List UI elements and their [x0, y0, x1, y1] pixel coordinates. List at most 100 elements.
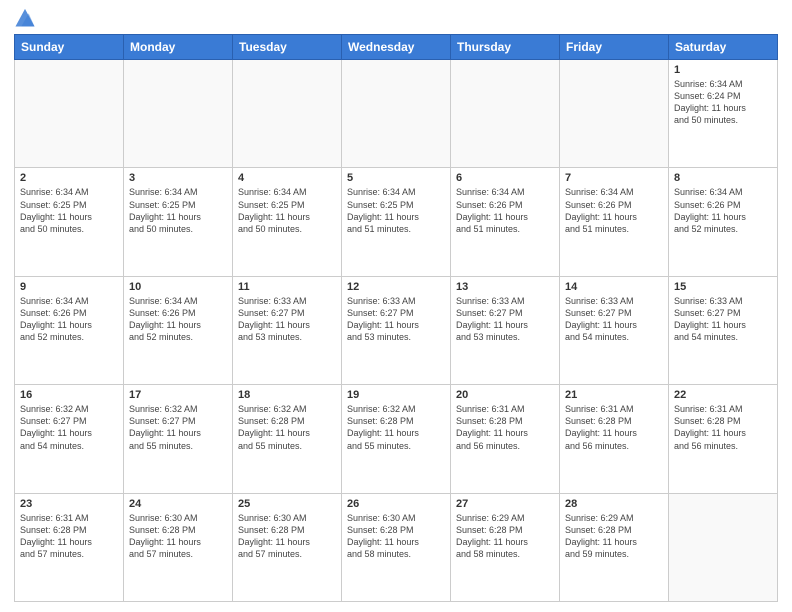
day-cell: 15Sunrise: 6:33 AM Sunset: 6:27 PM Dayli…	[669, 276, 778, 384]
day-cell: 9 Sunrise: 6:34 AM Sunset: 6:26 PM Daylig…	[15, 276, 124, 384]
weekday-friday: Friday	[560, 35, 669, 60]
day-number: 4	[238, 172, 336, 184]
day-cell	[15, 60, 124, 168]
logo	[14, 10, 38, 28]
day-number: 28	[565, 498, 663, 510]
day-number: 6	[456, 172, 554, 184]
day-cell: 22 Sunrise: 6:31 AM Sunset: 6:28 PM Dayli…	[669, 385, 778, 493]
week-row-3: 16 Sunrise: 6:32 AM Sunset: 6:27 PM Dayli…	[15, 385, 778, 493]
day-number: 12	[347, 281, 445, 293]
day-number: 7	[565, 172, 663, 184]
day-cell: 1Sunrise: 6:34 AM Sunset: 6:24 PM Daylig…	[669, 60, 778, 168]
weekday-header-row: SundayMondayTuesdayWednesdayThursdayFrid…	[15, 35, 778, 60]
weekday-thursday: Thursday	[451, 35, 560, 60]
day-cell: 13Sunrise: 6:33 AM Sunset: 6:27 PM Dayli…	[451, 276, 560, 384]
header	[14, 10, 778, 28]
day-info: Sunrise: 6:31 AM Sunset: 6:28 PM Dayligh…	[565, 403, 663, 452]
weekday-sunday: Sunday	[15, 35, 124, 60]
day-info: Sunrise: 6:34 AM Sunset: 6:25 PM Dayligh…	[238, 186, 336, 235]
day-cell: 6 Sunrise: 6:34 AM Sunset: 6:26 PM Daylig…	[451, 168, 560, 276]
day-cell	[233, 60, 342, 168]
week-row-2: 9 Sunrise: 6:34 AM Sunset: 6:26 PM Daylig…	[15, 276, 778, 384]
weekday-tuesday: Tuesday	[233, 35, 342, 60]
day-cell	[451, 60, 560, 168]
day-number: 18	[238, 389, 336, 401]
day-info: Sunrise: 6:30 AM Sunset: 6:28 PM Dayligh…	[238, 512, 336, 561]
day-info: Sunrise: 6:34 AM Sunset: 6:25 PM Dayligh…	[129, 186, 227, 235]
day-cell: 26Sunrise: 6:30 AM Sunset: 6:28 PM Dayli…	[342, 493, 451, 601]
day-number: 11	[238, 281, 336, 293]
day-cell: 2 Sunrise: 6:34 AM Sunset: 6:25 PM Daylig…	[15, 168, 124, 276]
day-number: 25	[238, 498, 336, 510]
day-cell	[560, 60, 669, 168]
day-cell: 11 Sunrise: 6:33 AM Sunset: 6:27 PM Dayli…	[233, 276, 342, 384]
day-number: 23	[20, 498, 118, 510]
day-info: Sunrise: 6:31 AM Sunset: 6:28 PM Dayligh…	[20, 512, 118, 561]
day-cell: 14 Sunrise: 6:33 AM Sunset: 6:27 PM Dayli…	[560, 276, 669, 384]
weekday-monday: Monday	[124, 35, 233, 60]
day-info: Sunrise: 6:32 AM Sunset: 6:27 PM Dayligh…	[129, 403, 227, 452]
day-cell: 7 Sunrise: 6:34 AM Sunset: 6:26 PM Daylig…	[560, 168, 669, 276]
day-number: 3	[129, 172, 227, 184]
day-number: 8	[674, 172, 772, 184]
day-info: Sunrise: 6:32 AM Sunset: 6:28 PM Dayligh…	[347, 403, 445, 452]
day-info: Sunrise: 6:30 AM Sunset: 6:28 PM Dayligh…	[347, 512, 445, 561]
day-number: 2	[20, 172, 118, 184]
weekday-wednesday: Wednesday	[342, 35, 451, 60]
day-info: Sunrise: 6:32 AM Sunset: 6:27 PM Dayligh…	[20, 403, 118, 452]
day-number: 16	[20, 389, 118, 401]
day-number: 15	[674, 281, 772, 293]
day-info: Sunrise: 6:34 AM Sunset: 6:26 PM Dayligh…	[674, 186, 772, 235]
day-cell: 3 Sunrise: 6:34 AM Sunset: 6:25 PM Daylig…	[124, 168, 233, 276]
day-number: 22	[674, 389, 772, 401]
week-row-4: 23 Sunrise: 6:31 AM Sunset: 6:28 PM Dayli…	[15, 493, 778, 601]
day-cell	[669, 493, 778, 601]
day-number: 9	[20, 281, 118, 293]
day-info: Sunrise: 6:33 AM Sunset: 6:27 PM Dayligh…	[347, 295, 445, 344]
day-cell: 28 Sunrise: 6:29 AM Sunset: 6:28 PM Dayli…	[560, 493, 669, 601]
weekday-saturday: Saturday	[669, 35, 778, 60]
day-number: 13	[456, 281, 554, 293]
day-info: Sunrise: 6:33 AM Sunset: 6:27 PM Dayligh…	[565, 295, 663, 344]
day-cell	[342, 60, 451, 168]
day-info: Sunrise: 6:34 AM Sunset: 6:26 PM Dayligh…	[565, 186, 663, 235]
logo-icon	[14, 6, 36, 28]
day-cell: 18 Sunrise: 6:32 AM Sunset: 6:28 PM Dayli…	[233, 385, 342, 493]
day-number: 19	[347, 389, 445, 401]
day-cell	[124, 60, 233, 168]
day-info: Sunrise: 6:31 AM Sunset: 6:28 PM Dayligh…	[456, 403, 554, 452]
day-info: Sunrise: 6:31 AM Sunset: 6:28 PM Dayligh…	[674, 403, 772, 452]
day-cell: 24 Sunrise: 6:30 AM Sunset: 6:28 PM Dayli…	[124, 493, 233, 601]
day-info: Sunrise: 6:29 AM Sunset: 6:28 PM Dayligh…	[565, 512, 663, 561]
day-number: 24	[129, 498, 227, 510]
day-info: Sunrise: 6:33 AM Sunset: 6:27 PM Dayligh…	[238, 295, 336, 344]
day-number: 17	[129, 389, 227, 401]
day-number: 5	[347, 172, 445, 184]
day-number: 10	[129, 281, 227, 293]
day-info: Sunrise: 6:34 AM Sunset: 6:25 PM Dayligh…	[347, 186, 445, 235]
day-info: Sunrise: 6:32 AM Sunset: 6:28 PM Dayligh…	[238, 403, 336, 452]
day-number: 27	[456, 498, 554, 510]
page: SundayMondayTuesdayWednesdayThursdayFrid…	[0, 0, 792, 612]
day-cell: 8 Sunrise: 6:34 AM Sunset: 6:26 PM Daylig…	[669, 168, 778, 276]
day-cell: 25 Sunrise: 6:30 AM Sunset: 6:28 PM Dayli…	[233, 493, 342, 601]
day-cell: 27Sunrise: 6:29 AM Sunset: 6:28 PM Dayli…	[451, 493, 560, 601]
day-cell: 17 Sunrise: 6:32 AM Sunset: 6:27 PM Dayli…	[124, 385, 233, 493]
day-info: Sunrise: 6:34 AM Sunset: 6:26 PM Dayligh…	[129, 295, 227, 344]
day-number: 20	[456, 389, 554, 401]
day-cell: 20 Sunrise: 6:31 AM Sunset: 6:28 PM Dayli…	[451, 385, 560, 493]
day-number: 1	[674, 64, 772, 76]
day-number: 21	[565, 389, 663, 401]
day-info: Sunrise: 6:34 AM Sunset: 6:25 PM Dayligh…	[20, 186, 118, 235]
day-number: 14	[565, 281, 663, 293]
day-cell: 23 Sunrise: 6:31 AM Sunset: 6:28 PM Dayli…	[15, 493, 124, 601]
day-cell: 10 Sunrise: 6:34 AM Sunset: 6:26 PM Dayli…	[124, 276, 233, 384]
day-cell: 12 Sunrise: 6:33 AM Sunset: 6:27 PM Dayli…	[342, 276, 451, 384]
day-cell: 16 Sunrise: 6:32 AM Sunset: 6:27 PM Dayli…	[15, 385, 124, 493]
calendar: SundayMondayTuesdayWednesdayThursdayFrid…	[14, 34, 778, 602]
day-info: Sunrise: 6:30 AM Sunset: 6:28 PM Dayligh…	[129, 512, 227, 561]
day-cell: 4 Sunrise: 6:34 AM Sunset: 6:25 PM Daylig…	[233, 168, 342, 276]
day-info: Sunrise: 6:34 AM Sunset: 6:26 PM Dayligh…	[456, 186, 554, 235]
day-info: Sunrise: 6:34 AM Sunset: 6:26 PM Dayligh…	[20, 295, 118, 344]
day-cell: 19 Sunrise: 6:32 AM Sunset: 6:28 PM Dayli…	[342, 385, 451, 493]
